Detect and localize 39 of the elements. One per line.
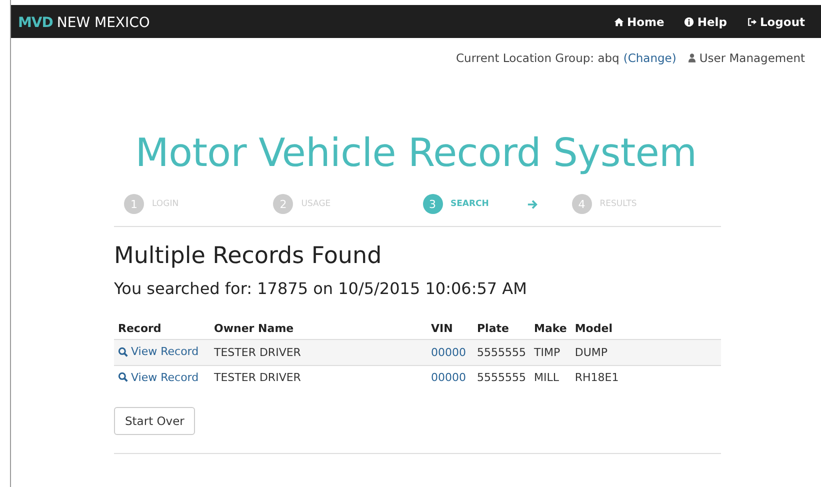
nav-link[interactable]: Logout <box>746 14 805 28</box>
step-label: SEARCH <box>450 199 489 209</box>
table-cell: 5555555 <box>473 340 530 365</box>
page-title: Motor Vehicle Record System <box>134 131 698 176</box>
results-heading: Multiple Records Found <box>114 243 383 269</box>
brand-name[interactable]: NEW MEXICO <box>56 15 150 31</box>
user-management-link[interactable]: User Management <box>688 51 805 65</box>
arrow-right-icon <box>526 198 538 210</box>
nav-link[interactable]: Help <box>684 14 727 28</box>
sign-out-icon <box>746 16 757 26</box>
table-cell: RH18E1 <box>570 365 721 390</box>
column-header: Owner Name <box>210 318 427 340</box>
column-header: Record <box>114 318 210 340</box>
column-header: Model <box>570 318 721 340</box>
search-summary: You searched for: 17875 on 10/5/2015 10:06:57 AM <box>114 279 528 298</box>
column-header: Plate <box>473 318 530 340</box>
table-cell: MILL <box>530 365 571 390</box>
column-header: Make <box>530 318 571 340</box>
info-icon <box>684 16 694 26</box>
location-group-label: Current Location Group: abq <box>456 51 620 65</box>
view-record-link[interactable]: View Record <box>118 345 199 358</box>
brand-mark[interactable]: MVD <box>18 15 53 31</box>
step-number: 3 <box>422 194 442 214</box>
table-cell: DUMP <box>570 340 721 365</box>
user-icon <box>688 53 696 63</box>
table-cell: TESTER DRIVER <box>210 365 427 390</box>
vin-link[interactable]: 00000 <box>431 371 466 384</box>
table-cell: TESTER DRIVER <box>210 340 427 365</box>
table-cell: TIMP <box>530 340 571 365</box>
view-record-link[interactable]: View Record <box>118 370 199 384</box>
change-link[interactable]: (Change) <box>623 51 676 65</box>
search-icon <box>118 346 128 356</box>
home-icon <box>614 16 624 26</box>
start-over-button[interactable]: Start Over <box>114 407 196 435</box>
column-header: VIN <box>427 318 473 340</box>
search-icon <box>118 372 128 382</box>
table-cell: 5555555 <box>473 365 530 390</box>
nav-link[interactable]: Home <box>614 14 664 28</box>
vin-link[interactable]: 00000 <box>431 346 466 359</box>
